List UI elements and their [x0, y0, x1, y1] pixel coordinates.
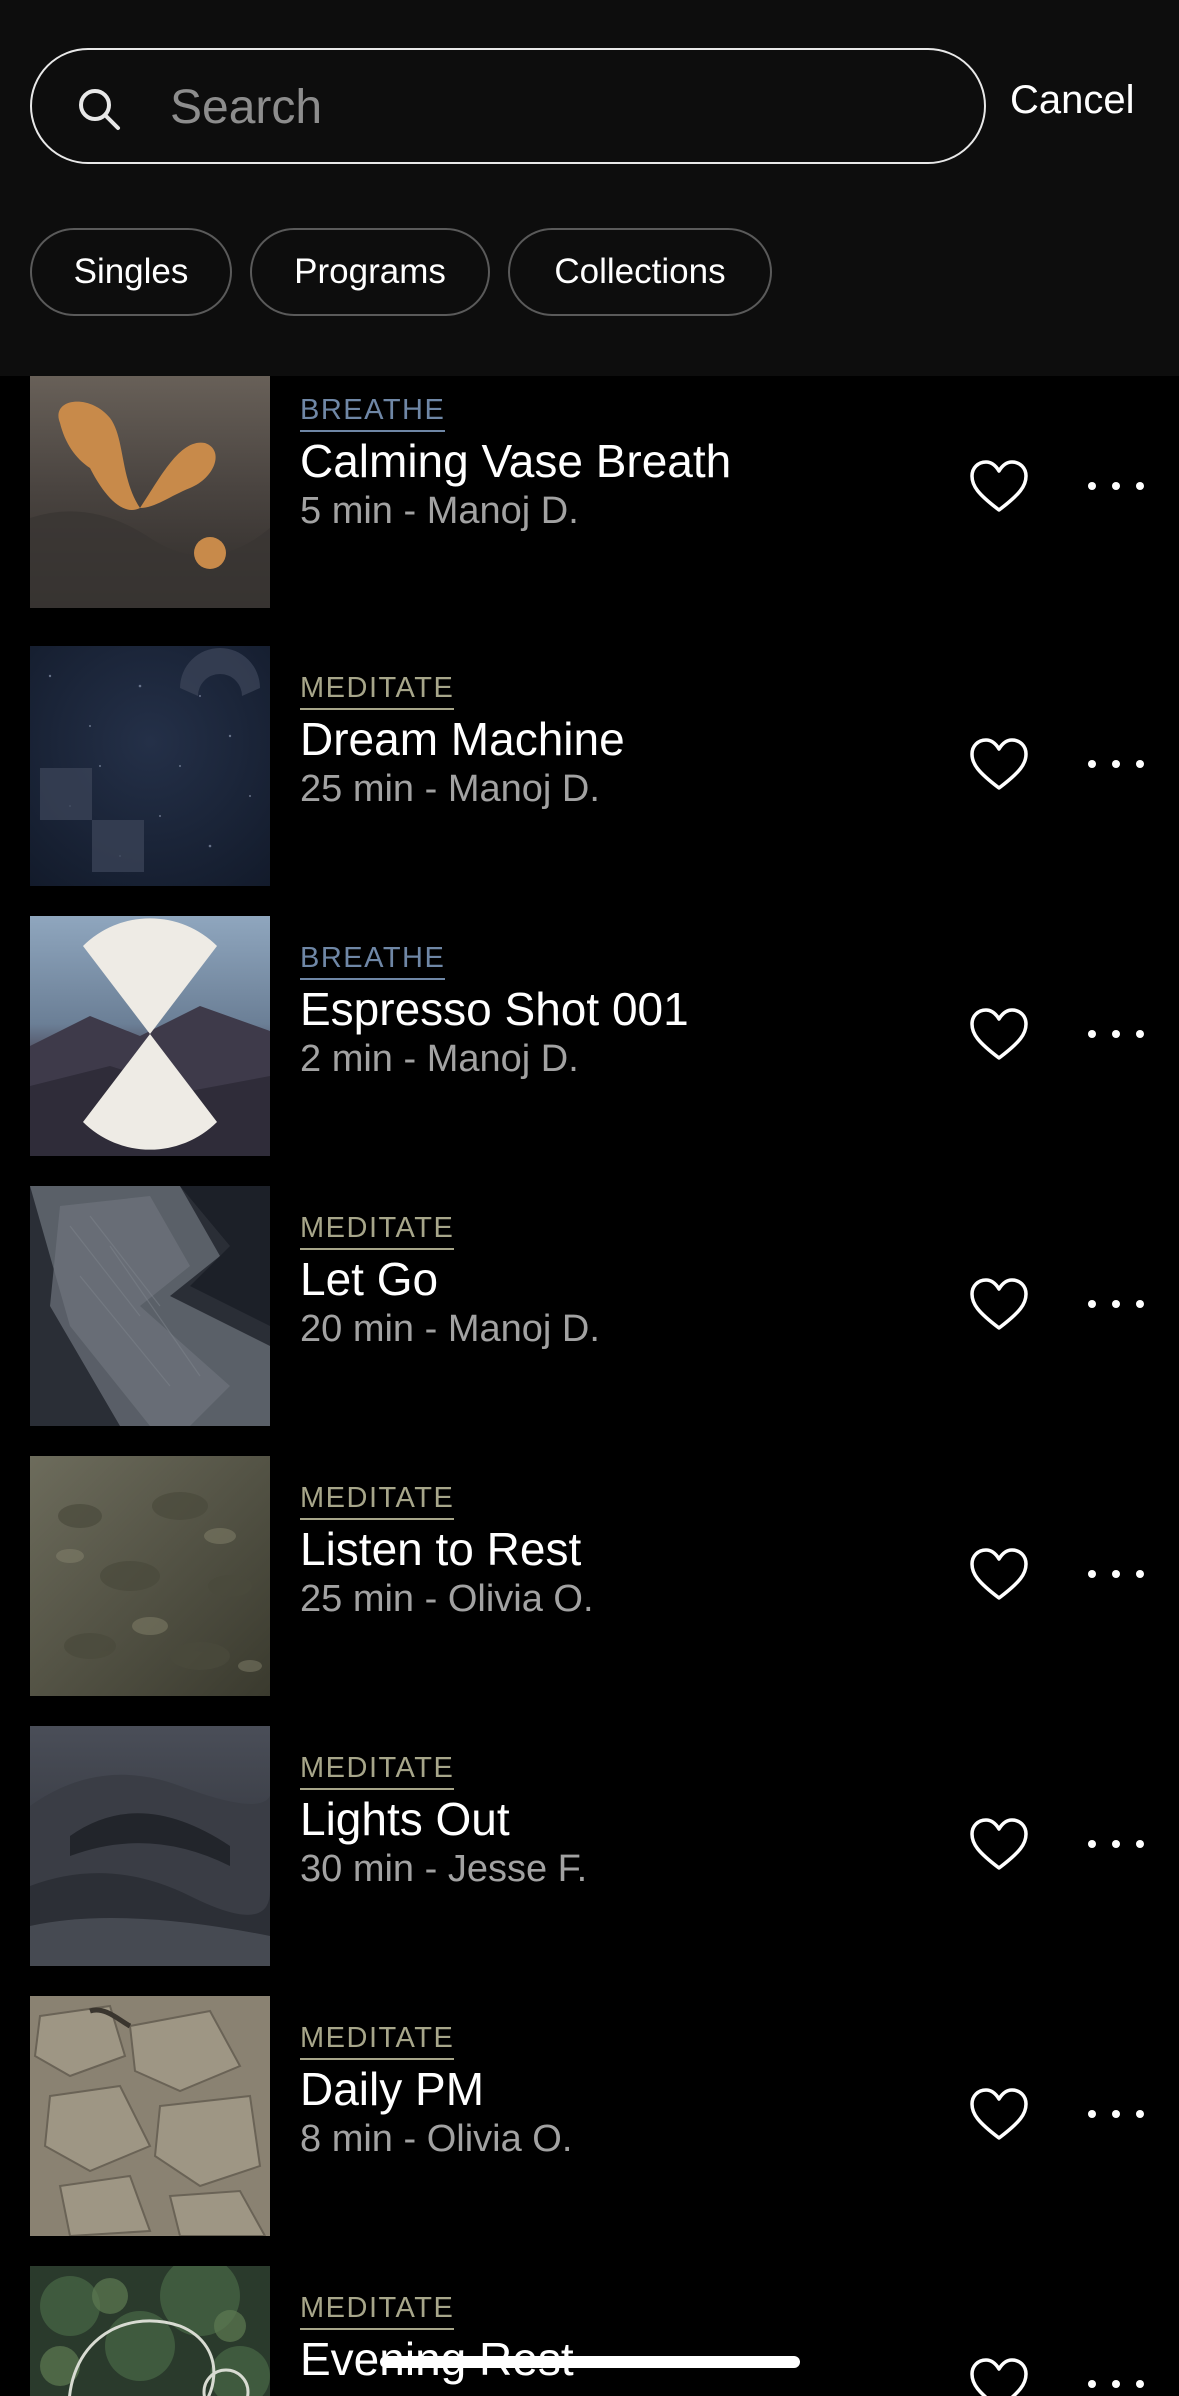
item-artwork [30, 2266, 270, 2396]
filter-chip-label: Programs [294, 252, 446, 291]
more-horizontal-icon[interactable] [1086, 1024, 1146, 1044]
filter-chip-label: Singles [73, 252, 189, 291]
search-icon [79, 89, 120, 130]
item-category: MEDITATE [300, 2022, 455, 2060]
item-title: Lights Out [300, 1793, 510, 1845]
item-meta: 2 min - Manoj D. [300, 1038, 579, 1080]
item-category: MEDITATE [300, 1212, 455, 1250]
list-item[interactable]: MEDITATE Let Go 20 min - Manoj D. [0, 1186, 1179, 1426]
more-horizontal-icon[interactable] [1086, 1834, 1146, 1854]
item-artwork [30, 1996, 270, 2236]
search-input[interactable] [168, 50, 952, 164]
heart-outline-icon[interactable] [968, 2086, 1030, 2144]
item-category: MEDITATE [300, 672, 455, 710]
item-meta: 20 min - Manoj D. [300, 1308, 600, 1350]
item-artwork [30, 646, 270, 886]
item-artwork [30, 1726, 270, 1966]
heart-outline-icon[interactable] [968, 1006, 1030, 1064]
item-meta: 8 min - Olivia O. [300, 2118, 573, 2160]
list-item[interactable]: MEDITATE Lights Out 30 min - Jesse F. [0, 1726, 1179, 1966]
item-artwork [30, 916, 270, 1156]
item-title: Let Go [300, 1253, 439, 1305]
heart-outline-icon[interactable] [968, 736, 1030, 794]
item-title: Espresso Shot 001 [300, 983, 689, 1035]
heart-outline-icon[interactable] [968, 1816, 1030, 1874]
list-item[interactable]: MEDITATE Dream Machine 25 min - Manoj D. [0, 646, 1179, 886]
item-meta: 25 min - Manoj D. [300, 768, 600, 810]
heart-outline-icon[interactable] [968, 2356, 1030, 2396]
list-item[interactable]: MEDITATE Listen to Rest 25 min - Olivia … [0, 1456, 1179, 1696]
filter-chip-programs[interactable]: Programs [250, 228, 490, 316]
item-meta: 30 min - Jesse F. [300, 1848, 588, 1890]
cancel-button[interactable]: Cancel [1010, 78, 1135, 123]
filter-chip-singles[interactable]: Singles [30, 228, 232, 316]
item-artwork [30, 1456, 270, 1696]
home-indicator[interactable] [380, 2356, 800, 2368]
more-horizontal-icon[interactable] [1086, 2104, 1146, 2124]
item-artwork [30, 368, 270, 608]
item-title: Calming Vase Breath [300, 435, 732, 487]
item-title: Dream Machine [300, 713, 625, 765]
more-horizontal-icon[interactable] [1086, 476, 1146, 496]
list-item[interactable]: BREATHE Espresso Shot 001 2 min - Manoj … [0, 916, 1179, 1156]
item-category: BREATHE [300, 394, 446, 432]
item-category: MEDITATE [300, 2292, 455, 2330]
item-artwork [30, 1186, 270, 1426]
filter-chip-collections[interactable]: Collections [508, 228, 772, 316]
item-title: Daily PM [300, 2063, 485, 2115]
item-meta: 25 min - Olivia O. [300, 1578, 594, 1620]
more-horizontal-icon[interactable] [1086, 1294, 1146, 1314]
search-header: Cancel Singles Programs Collections [0, 0, 1179, 376]
search-bar[interactable] [30, 48, 986, 164]
list-item[interactable]: MEDITATE Evening Rest [0, 2266, 1179, 2396]
list-item[interactable]: MEDITATE Daily PM 8 min - Olivia O. [0, 1996, 1179, 2236]
more-horizontal-icon[interactable] [1086, 754, 1146, 774]
item-category: BREATHE [300, 942, 446, 980]
item-category: MEDITATE [300, 1752, 455, 1790]
heart-outline-icon[interactable] [968, 1276, 1030, 1334]
more-horizontal-icon[interactable] [1086, 2374, 1146, 2394]
heart-outline-icon[interactable] [968, 1546, 1030, 1604]
heart-outline-icon[interactable] [968, 458, 1030, 516]
item-meta: 5 min - Manoj D. [300, 490, 579, 532]
item-category: MEDITATE [300, 1482, 455, 1520]
item-title: Listen to Rest [300, 1523, 582, 1575]
more-horizontal-icon[interactable] [1086, 1564, 1146, 1584]
filter-chip-label: Collections [554, 252, 726, 291]
list-item[interactable]: BREATHE Calming Vase Breath 5 min - Mano… [0, 368, 1179, 608]
